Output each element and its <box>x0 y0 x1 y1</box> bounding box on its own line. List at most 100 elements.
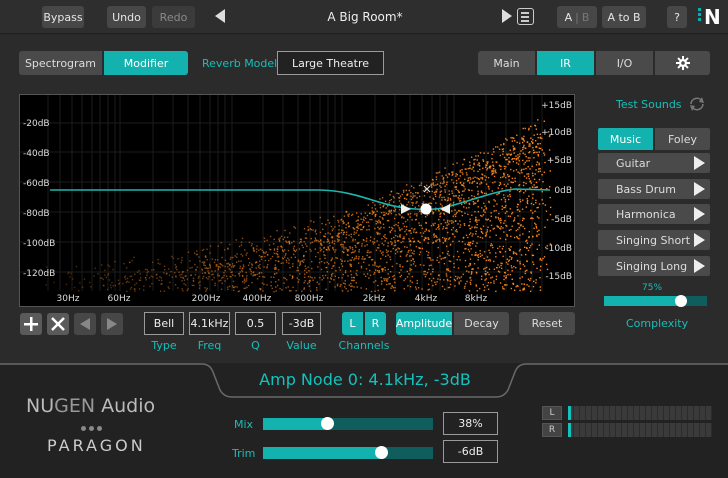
tab-decay[interactable]: Decay <box>454 312 509 335</box>
spectrum-point <box>439 194 442 196</box>
spectrum-point <box>543 152 545 154</box>
mix-slider-thumb[interactable] <box>321 417 335 430</box>
spectrum-point <box>303 259 305 261</box>
q-field[interactable]: 0.5 <box>235 312 276 335</box>
spectrum-point <box>327 248 330 250</box>
test-sound-guitar[interactable]: Guitar <box>598 153 710 173</box>
spectrum-point <box>407 213 410 216</box>
redo-button[interactable]: Redo <box>152 6 195 28</box>
spectrum-point <box>489 236 491 238</box>
spectrum-point <box>191 266 193 269</box>
spectrum-point <box>349 245 351 248</box>
spectrum-point <box>104 274 106 276</box>
spectrum-point <box>462 273 464 276</box>
preset-list-icon[interactable] <box>517 8 534 25</box>
freq-field[interactable]: 4.1kHz <box>189 312 230 335</box>
spectrum-point <box>485 278 487 280</box>
next-preset-icon[interactable] <box>502 9 512 23</box>
type-field[interactable]: Bell <box>144 312 184 335</box>
spectrum-point <box>516 141 518 144</box>
spectrum-point <box>195 269 198 271</box>
reverb-model-select[interactable]: Large Theatre <box>277 51 384 75</box>
spectrum-point <box>435 184 437 186</box>
trim-slider-thumb[interactable] <box>375 446 388 459</box>
mix-value-field[interactable]: 38% <box>443 412 498 435</box>
test-sound-label: Guitar <box>616 156 651 170</box>
spectrum-point <box>423 273 425 275</box>
tab-main[interactable]: Main <box>478 51 535 75</box>
settings-button[interactable] <box>655 51 710 75</box>
undo-button[interactable]: Undo <box>107 6 146 28</box>
spectrum-point <box>480 278 483 280</box>
spectrum-point <box>455 188 457 190</box>
spectrum-point <box>333 279 335 281</box>
freq-label: 800Hz <box>295 294 324 304</box>
spectrum-point <box>432 284 434 287</box>
test-sound-bass-drum[interactable]: Bass Drum <box>598 179 710 199</box>
add-node-button[interactable] <box>20 313 42 335</box>
tab-music[interactable]: Music <box>598 128 653 150</box>
spectrum-point <box>312 279 314 281</box>
spectrum-point <box>528 178 530 180</box>
test-sound-label: Harmonica <box>616 207 676 221</box>
test-sound-singing-long[interactable]: Singing Long <box>598 256 710 276</box>
test-sound-harmonica[interactable]: Harmonica <box>598 204 710 224</box>
spectrum-point <box>521 168 523 171</box>
a-to-b-button[interactable]: A to B <box>602 6 646 28</box>
next-node-button[interactable] <box>101 313 123 335</box>
spectrum-point <box>445 268 448 270</box>
tab-ir[interactable]: IR <box>537 51 594 75</box>
tab-amplitude[interactable]: Amplitude <box>396 312 452 335</box>
tab-spectrogram[interactable]: Spectrogram <box>19 51 102 75</box>
channel-r-toggle[interactable]: R <box>365 312 386 335</box>
spectrum-point <box>228 285 231 288</box>
spectrum-point <box>336 257 339 260</box>
triangle-left-icon <box>80 318 90 330</box>
spectrum-point <box>469 277 471 279</box>
refresh-icon[interactable] <box>688 96 706 112</box>
tab-io[interactable]: I/O <box>596 51 653 75</box>
spectrum-point <box>504 220 506 222</box>
spectrum-point <box>501 208 503 210</box>
value-field[interactable]: -3dB <box>282 312 321 335</box>
test-sound-singing-short[interactable]: Singing Short <box>598 230 710 250</box>
prev-node-button[interactable] <box>74 313 96 335</box>
spectrum-point <box>361 228 363 231</box>
spectrum-display[interactable]: -20dB -40dB -60dB -80dB -100dB -120dB +15dB +10… <box>19 94 575 307</box>
spectrum-point <box>205 277 208 279</box>
spectrum-point <box>350 252 353 254</box>
spectrum-point <box>337 240 339 243</box>
spectrum-point <box>500 267 503 270</box>
spectrum-point <box>538 229 540 232</box>
spectrum-point <box>447 286 450 289</box>
spectrum-point <box>458 195 460 197</box>
tab-modifier[interactable]: Modifier <box>104 51 188 75</box>
complexity-slider[interactable] <box>604 296 707 306</box>
spectrum-point <box>399 264 401 266</box>
spectrum-point <box>178 271 180 273</box>
tab-foley[interactable]: Foley <box>655 128 710 150</box>
reset-button[interactable]: Reset <box>519 312 575 335</box>
trim-value-field[interactable]: -6dB <box>443 440 498 463</box>
spectrum-point <box>238 260 240 262</box>
bypass-button[interactable]: Bypass <box>42 6 84 28</box>
spectrum-point <box>134 288 136 290</box>
spectrum-point <box>226 277 229 280</box>
spectrum-point <box>479 214 482 217</box>
spectrum-point <box>498 148 501 150</box>
delete-node-button[interactable] <box>47 313 69 335</box>
spectrum-point <box>423 270 425 273</box>
spectrum-point <box>379 258 382 260</box>
ab-toggle-button[interactable]: A | B <box>557 6 597 28</box>
spectrum-point <box>485 192 487 195</box>
prev-preset-icon[interactable] <box>215 9 225 23</box>
help-button[interactable]: ? <box>667 6 687 28</box>
spectrum-point <box>517 215 519 217</box>
spectrum-point <box>261 255 264 258</box>
preset-name[interactable]: A Big Room* <box>250 6 480 28</box>
mix-slider[interactable] <box>263 418 433 430</box>
spectrum-point <box>389 199 391 202</box>
spectrum-point <box>363 216 365 218</box>
channel-l-toggle[interactable]: L <box>342 312 363 335</box>
trim-slider[interactable] <box>263 447 433 459</box>
